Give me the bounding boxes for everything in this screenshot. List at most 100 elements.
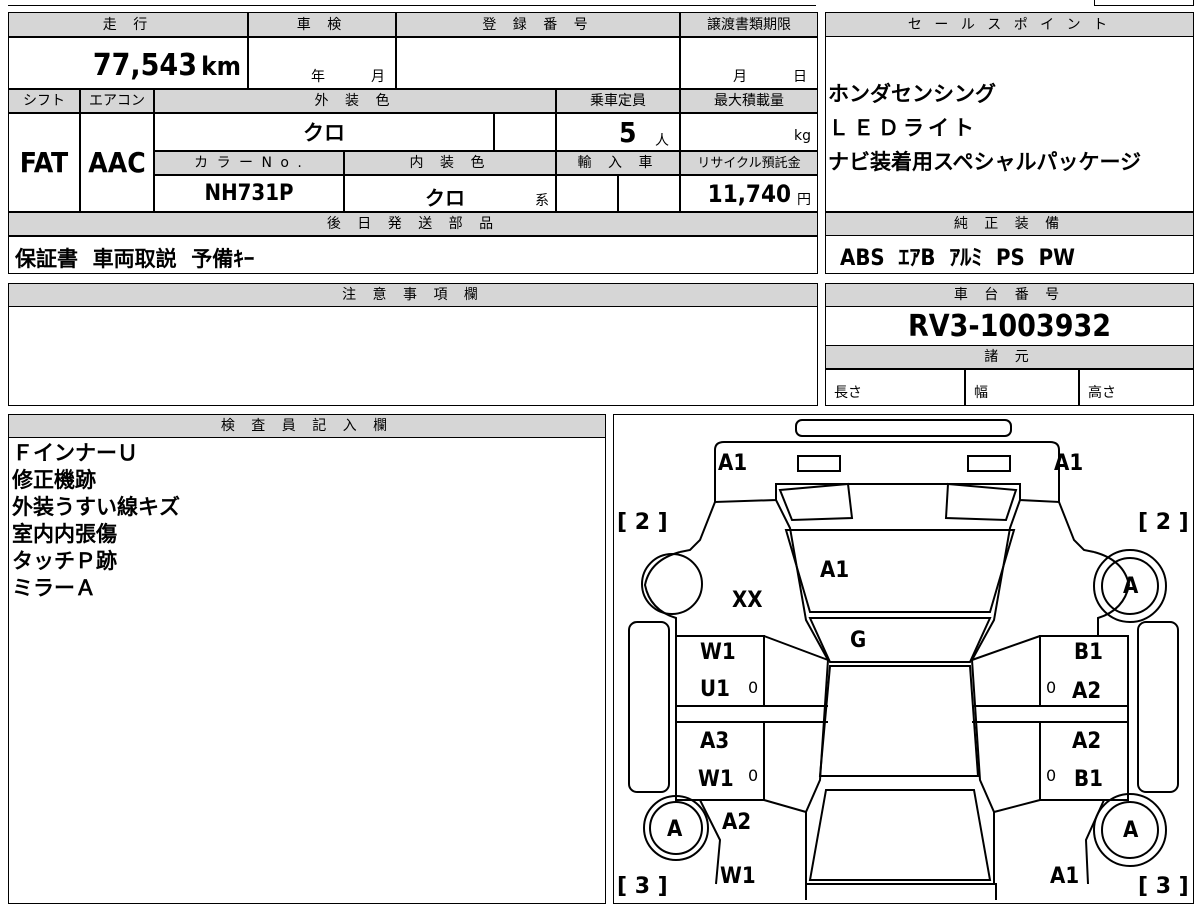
top-row-stub <box>8 0 816 6</box>
aircon-value: AAC <box>88 146 146 179</box>
transfer-day-label: 日 <box>793 69 807 85</box>
headlight-right-outline <box>967 455 1011 472</box>
chassis-number-value: RV3-1003932 <box>907 308 1112 344</box>
mark-door-fl-2: U1 <box>700 677 730 702</box>
transfer-deadline-cell: 月 日 <box>680 37 818 89</box>
rear-window-outline <box>808 789 992 881</box>
spec-height-cell: 高さ <box>1079 369 1194 406</box>
color-no-value: NH731P <box>204 181 294 206</box>
transfer-deadline-header: 譲渡書類期限 <box>680 12 818 37</box>
interior-color-value: クロ <box>425 186 465 210</box>
inspector-line-4: 室内内張傷 <box>12 522 117 546</box>
recycle-fee-cell: 11,740 円 <box>680 175 818 212</box>
capacity-header: 乗車定員 <box>556 89 680 113</box>
mark-wheel-rr: A <box>1123 818 1139 843</box>
spec-height-label: 高さ <box>1088 385 1116 401</box>
mark-door-rl-2: W1 <box>698 767 734 792</box>
mileage-cell: 77,543 km <box>8 37 248 89</box>
sales-points-header: セ ー ル ス ポ イ ン ト <box>825 12 1194 37</box>
inspector-line-1: ＦインナーＵ <box>12 441 138 465</box>
mileage-header: 走 行 <box>8 12 248 37</box>
exterior-color-header: 外 装 色 <box>154 89 556 113</box>
shift-value: FAT <box>19 146 69 179</box>
inspector-line-6: ミラーＡ <box>12 576 96 600</box>
windshield-outline <box>808 617 992 663</box>
spec-length-cell: 長さ <box>825 369 965 406</box>
specs-header: 諸 元 <box>825 345 1194 369</box>
later-items-header: 後 日 発 送 部 品 <box>8 212 818 236</box>
headlight-left-outline <box>797 455 841 472</box>
mark-door-rr-2: B1 <box>1074 767 1103 792</box>
exterior-color-cell: クロ <box>154 113 494 151</box>
inspector-header: 検 査 員 記 入 欄 <box>8 414 606 438</box>
standard-equipment-value: ABS ｴｱB ｱﾙﾐ PS PW <box>840 246 1075 271</box>
chassis-number-header: 車 台 番 号 <box>825 283 1194 307</box>
top-row-stub-right <box>1094 0 1194 6</box>
door-connectors-right <box>971 635 1129 813</box>
mark-hood: A1 <box>820 558 850 583</box>
interior-color-suffix: 系 <box>535 193 549 209</box>
import-cell-1 <box>556 175 618 212</box>
mark-door-rl-zero: 0 <box>748 766 759 785</box>
mark-rear-fender-l: A2 <box>722 810 752 835</box>
rocker-right-outline <box>1137 621 1179 793</box>
mark-door-fr-zero: 0 <box>1046 678 1057 697</box>
mark-rear-left-bracket: [ 3 ] <box>617 874 668 899</box>
inspector-line-3: 外装うすい線キズ <box>12 495 180 519</box>
import-header: 輸 入 車 <box>556 151 680 175</box>
mark-front-left-bracket: [ 2 ] <box>617 510 668 535</box>
color-no-cell: NH731P <box>154 175 344 212</box>
recycle-fee-header: リサイクル預託金 <box>680 151 818 175</box>
mark-door-fl-zero: 0 <box>748 678 759 697</box>
shift-cell: FAT <box>8 113 80 212</box>
rear-bumper-outline <box>805 883 997 900</box>
notes-header: 注 意 事 項 欄 <box>8 283 818 307</box>
inspection-header: 車 検 <box>248 12 396 37</box>
standard-equipment-header: 純 正 装 備 <box>825 212 1194 236</box>
later-items-cell: 保証書 車両取説 予備ｷｰ <box>8 236 818 274</box>
spec-length-label: 長さ <box>834 385 862 401</box>
inspector-box <box>8 414 606 904</box>
mark-wheel-rl: A <box>667 817 683 842</box>
sales-point-2: ＬＥＤライト <box>828 116 978 140</box>
transfer-month-label: 月 <box>733 69 747 85</box>
aircon-header: エアコン <box>80 89 154 113</box>
mark-rear-r: A1 <box>1050 864 1080 889</box>
max-load-unit: kg <box>794 128 811 144</box>
interior-color-cell: クロ 系 <box>344 175 556 212</box>
import-cell-2 <box>618 175 680 212</box>
mark-door-fr-2: A2 <box>1072 679 1102 704</box>
mark-rear-right-bracket: [ 3 ] <box>1138 874 1189 899</box>
recycle-fee-unit: 円 <box>797 192 811 208</box>
inspection-year-label: 年 <box>311 69 325 85</box>
wheel-fl-outline <box>641 553 703 615</box>
mileage-unit: km <box>201 52 241 82</box>
aircon-cell: AAC <box>80 113 154 212</box>
rocker-left-outline <box>628 621 670 793</box>
inspector-line-5: タッチＰ跡 <box>12 549 117 573</box>
roof-outline <box>818 665 980 777</box>
exterior-color-extra-cell <box>494 113 556 151</box>
shift-header: シフト <box>8 89 80 113</box>
mark-front-right: A1 <box>1054 451 1084 476</box>
mark-door-fr-1: B1 <box>1074 640 1103 665</box>
registration-header: 登 録 番 号 <box>396 12 680 37</box>
mark-door-rl-1: A3 <box>700 729 730 754</box>
mark-roof-front: G <box>850 628 867 653</box>
inspector-line-2: 修正機跡 <box>12 468 96 492</box>
sales-point-3: ナビ装着用スペシャルパッケージ <box>828 150 1142 174</box>
recycle-fee-value: 11,740 <box>707 180 791 208</box>
mark-door-rr-zero: 0 <box>1046 766 1057 785</box>
color-no-header: カ ラ ー N o . <box>154 151 344 175</box>
mark-rear-l: W1 <box>720 864 756 889</box>
capacity-cell: 5 人 <box>556 113 680 151</box>
max-load-header: 最大積載量 <box>680 89 818 113</box>
front-bumper-outline <box>795 419 1012 437</box>
mark-door-fl-1: W1 <box>700 640 736 665</box>
sales-point-1: ホンダセンシング <box>828 82 996 106</box>
registration-cell <box>396 37 680 89</box>
capacity-unit: 人 <box>655 133 669 149</box>
mark-wheel-fr: A <box>1123 574 1139 599</box>
intake-left-outline <box>778 482 854 522</box>
mark-fender-fl: XX <box>732 588 763 613</box>
